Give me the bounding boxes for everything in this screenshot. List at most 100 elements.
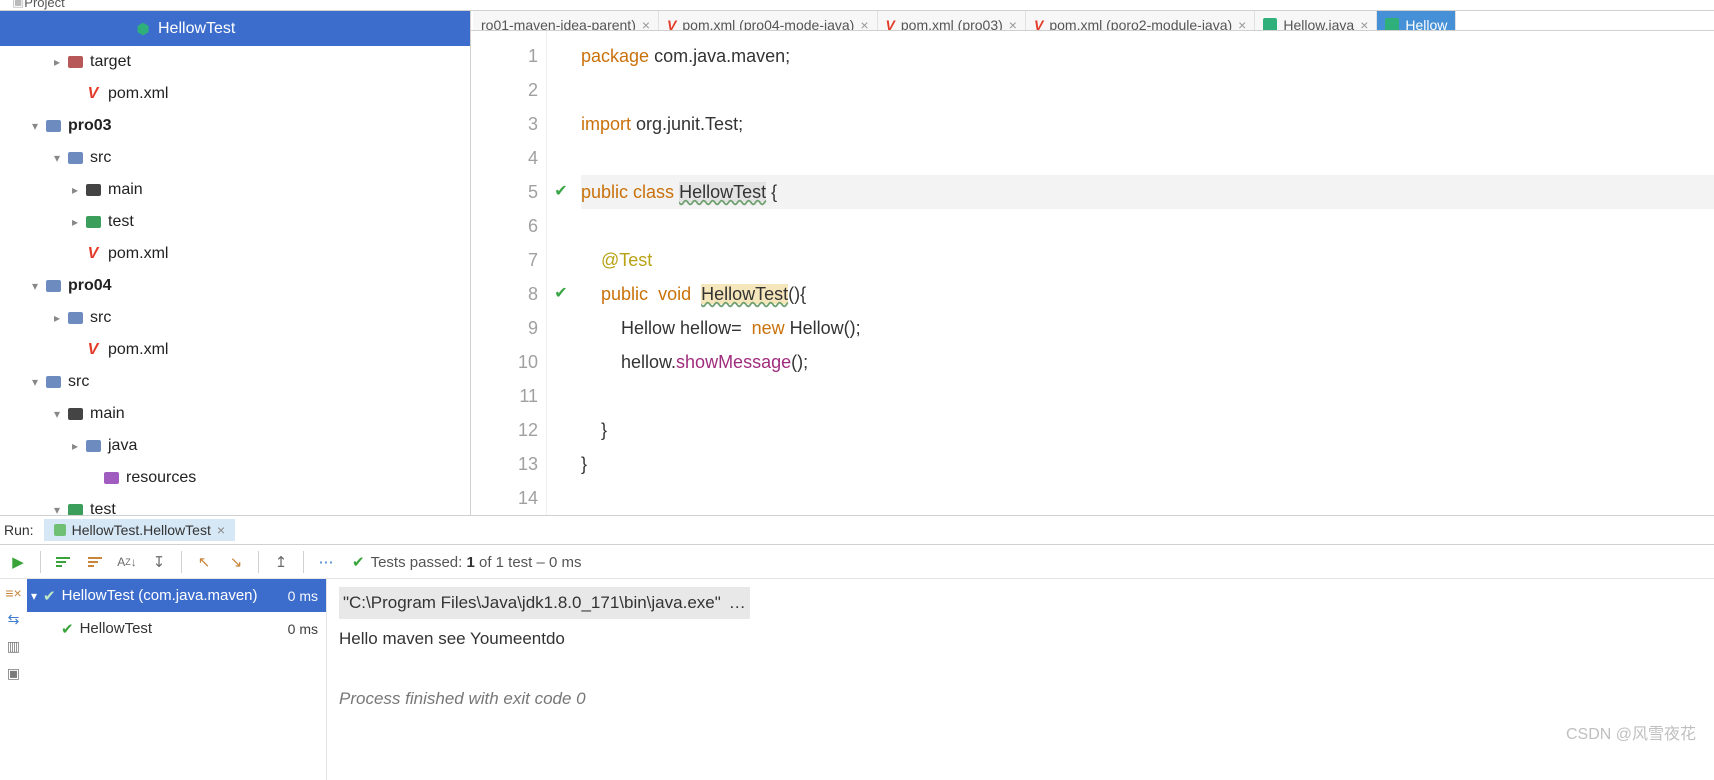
editor-tab[interactable]: Vpom.xml (poro2-module-java)×: [1026, 11, 1255, 31]
check-icon: ✔: [61, 620, 74, 638]
more-button[interactable]: ⋯: [312, 548, 340, 576]
next-fail-button[interactable]: ↘: [222, 548, 250, 576]
close-panel-icon[interactable]: ≡×: [5, 585, 21, 601]
maven-icon: V: [84, 341, 102, 359]
editor-tab[interactable]: Vpom.xml (pro03)×: [878, 11, 1026, 31]
tree-item[interactable]: java: [0, 430, 470, 462]
check-icon: ✔: [43, 587, 56, 605]
code-editor[interactable]: 1234567891011121314 ✔ ✔ package com.java…: [471, 31, 1714, 515]
folder-icon: [44, 277, 62, 295]
tab-label: ro01-maven-idea-parent): [481, 17, 636, 32]
chevron-right-icon[interactable]: [66, 183, 84, 197]
chevron-down-icon[interactable]: [48, 407, 66, 421]
run-tab-bar[interactable]: Run: HellowTest.HellowTest ×: [0, 516, 1714, 545]
maven-icon: V: [886, 17, 895, 32]
gutter-marks: ✔ ✔: [547, 31, 575, 515]
chevron-down-icon[interactable]: [31, 587, 37, 604]
editor-tab[interactable]: Hellow: [1377, 11, 1456, 31]
folder-icon: [44, 117, 62, 135]
chevron-right-icon[interactable]: [48, 55, 66, 69]
close-icon[interactable]: ×: [1360, 17, 1368, 32]
tree-item[interactable]: Vpom.xml: [0, 334, 470, 366]
tree-item[interactable]: src: [0, 302, 470, 334]
folder-icon: [84, 213, 102, 231]
tab-label: Hellow: [1405, 17, 1447, 32]
tree-label: pro04: [68, 277, 112, 295]
tree-label: src: [90, 309, 111, 327]
tree-item[interactable]: test: [0, 494, 470, 515]
tree-item[interactable]: main: [0, 398, 470, 430]
project-tree[interactable]: ⬢HellowTesttargetVpom.xmlpro03srcmaintes…: [0, 11, 471, 515]
folder-icon: [66, 53, 84, 71]
maven-icon: V: [667, 17, 676, 32]
filter-failed-button[interactable]: [81, 548, 109, 576]
close-icon[interactable]: ×: [1238, 17, 1246, 32]
close-icon[interactable]: ×: [217, 522, 225, 538]
run-tab[interactable]: HellowTest.HellowTest ×: [44, 519, 235, 541]
tree-item[interactable]: test: [0, 206, 470, 238]
maven-icon: V: [84, 85, 102, 103]
run-toolbar[interactable]: ▶ AZ↓ ↧ ↖ ↘ ↥ ⋯ ✔Tests passed: 1 of 1 te…: [0, 545, 1714, 579]
test-row[interactable]: ✔ HellowTest (com.java.maven) 0 ms: [27, 579, 326, 612]
line-gutter: 1234567891011121314: [471, 31, 547, 515]
filter-passed-button[interactable]: [49, 548, 77, 576]
tree-label: test: [108, 213, 134, 231]
editor-tab[interactable]: ro01-maven-idea-parent) ×: [473, 11, 659, 31]
expand-button[interactable]: ↧: [145, 548, 173, 576]
editor-tab[interactable]: Hellow.java×: [1255, 11, 1377, 31]
prev-fail-button[interactable]: ↖: [190, 548, 218, 576]
close-icon[interactable]: ×: [1009, 17, 1017, 32]
folder-icon: [84, 181, 102, 199]
tree-item[interactable]: Vpom.xml: [0, 78, 470, 110]
tree-label: HellowTest: [158, 20, 235, 38]
test-tree[interactable]: ✔ HellowTest (com.java.maven) 0 ms ✔HellowT…: [27, 579, 327, 780]
tree-item[interactable]: main: [0, 174, 470, 206]
chevron-down-icon[interactable]: [26, 375, 44, 389]
tab-label: pom.xml (pro04-mode-java): [682, 17, 854, 32]
test-row[interactable]: ✔HellowTest0 ms: [27, 612, 326, 645]
run-button[interactable]: ▶: [4, 548, 32, 576]
tree-item[interactable]: pro03: [0, 110, 470, 142]
console-output[interactable]: "C:\Program Files\Java\jdk1.8.0_171\bin\…: [327, 579, 1714, 780]
camera-icon[interactable]: ▣: [7, 665, 20, 682]
tree-item[interactable]: pro04: [0, 270, 470, 302]
test-duration: 0 ms: [288, 588, 318, 604]
chevron-down-icon[interactable]: [48, 503, 66, 515]
folder-icon: [84, 437, 102, 455]
watermark: CSDN @风雪夜花: [1566, 720, 1696, 744]
tree-item[interactable]: src: [0, 366, 470, 398]
test-pass-icon: [54, 524, 66, 536]
export-button[interactable]: ↥: [267, 548, 295, 576]
pin-icon[interactable]: ▥: [7, 638, 20, 655]
editor-tabs[interactable]: ro01-maven-idea-parent)×Vpom.xml (pro04-…: [471, 11, 1714, 31]
chevron-right-icon[interactable]: [66, 215, 84, 229]
close-icon[interactable]: ×: [642, 17, 650, 32]
tree-item[interactable]: target: [0, 46, 470, 78]
maven-icon: V: [84, 245, 102, 263]
tree-label: test: [90, 501, 116, 515]
folder-icon: [66, 149, 84, 167]
tree-item[interactable]: Vpom.xml: [0, 238, 470, 270]
tree-item[interactable]: src: [0, 142, 470, 174]
editor-tab[interactable]: Vpom.xml (pro04-mode-java) ×: [659, 11, 877, 31]
tree-label: pom.xml: [108, 341, 168, 359]
sort-button[interactable]: AZ↓: [113, 548, 141, 576]
chevron-down-icon[interactable]: [26, 119, 44, 133]
refresh-icon[interactable]: ⇆: [8, 611, 20, 628]
chevron-right-icon[interactable]: [66, 439, 84, 453]
run-tab-label: HellowTest.HellowTest: [72, 522, 211, 538]
folder-icon: [44, 373, 62, 391]
run-side-toolbar[interactable]: ≡× ⇆ ▥ ▣: [0, 579, 27, 780]
ellipsis-icon[interactable]: …: [725, 587, 750, 619]
close-icon[interactable]: ×: [860, 17, 868, 32]
chevron-down-icon[interactable]: [26, 279, 44, 293]
chevron-right-icon[interactable]: [48, 311, 66, 325]
tree-label: pom.xml: [108, 245, 168, 263]
tree-item-selected[interactable]: ⬢HellowTest: [0, 11, 470, 46]
tree-item[interactable]: resources: [0, 462, 470, 494]
java-icon: [1263, 18, 1277, 32]
tree-label: main: [90, 405, 125, 423]
chevron-down-icon[interactable]: [48, 151, 66, 165]
folder-icon: [66, 309, 84, 327]
test-label: HellowTest (com.java.maven): [62, 587, 258, 604]
